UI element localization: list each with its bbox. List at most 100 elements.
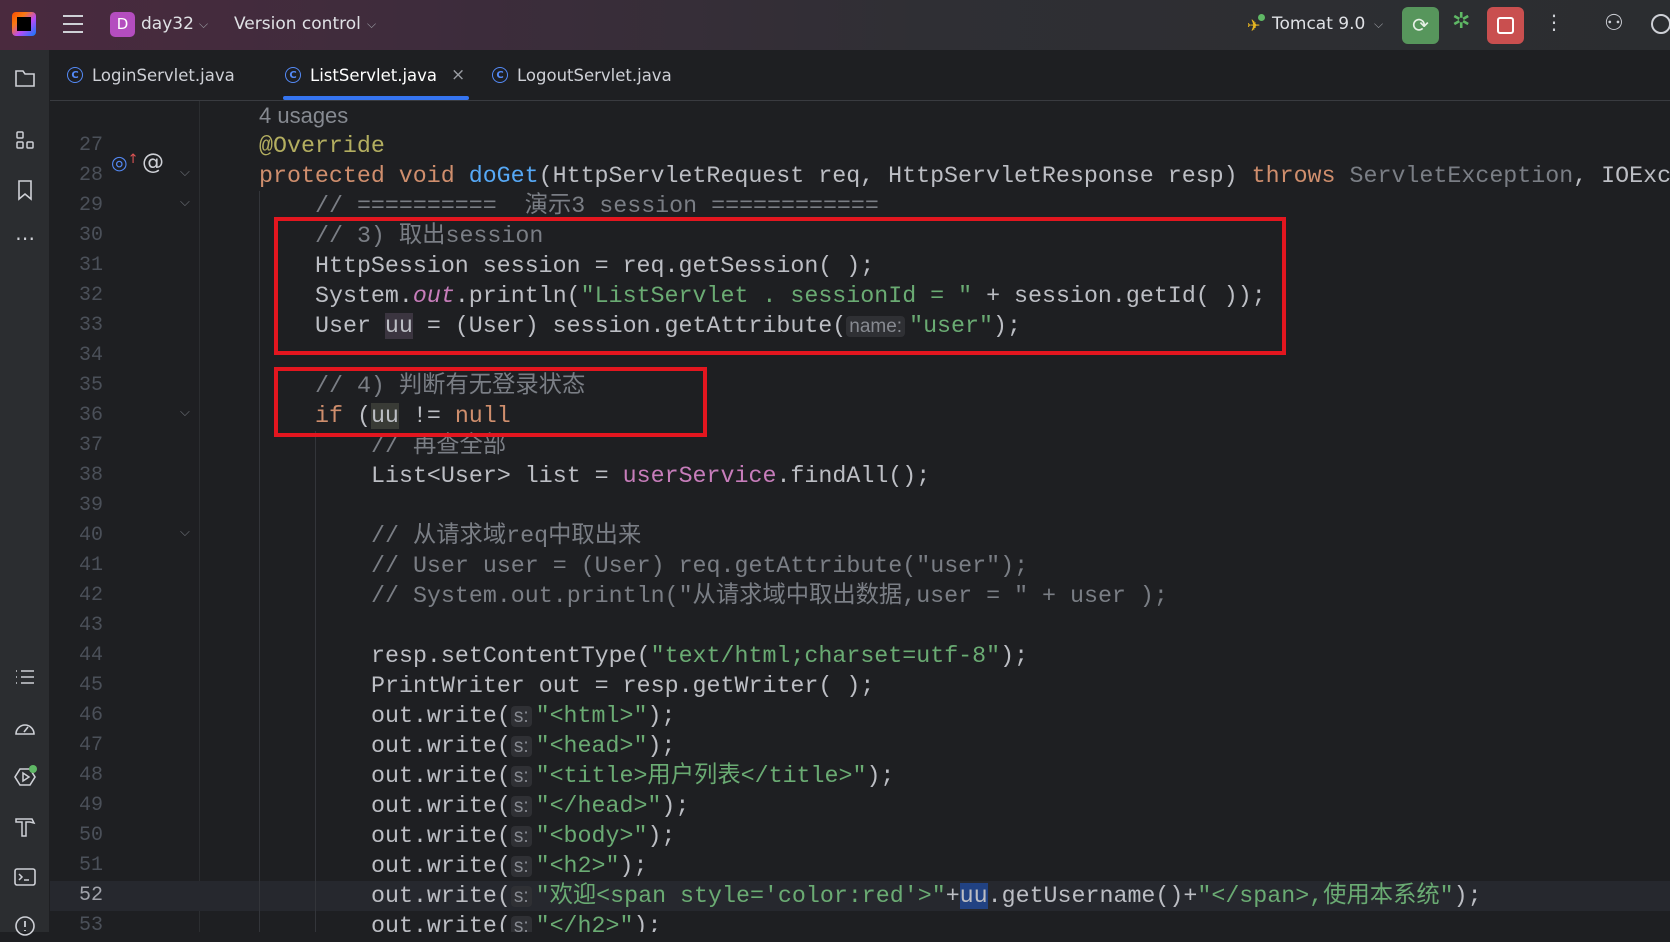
code-line[interactable]: 38 List<User> list = userService.findAll(… xyxy=(50,461,1670,491)
tab-listservlet[interactable]: C ListServlet.java × xyxy=(285,50,465,100)
code-token: out.write( xyxy=(371,883,511,909)
tab-loginservlet[interactable]: C LoginServlet.java xyxy=(67,50,235,100)
code-token: out.write( xyxy=(371,763,511,789)
code-line[interactable]: 46 out.write(s: "<html>"); xyxy=(50,701,1670,731)
add-user-icon[interactable]: ⚇ xyxy=(1604,11,1624,36)
line-number: 31 xyxy=(78,254,103,277)
code-line[interactable]: 40 ⌵ // 从请求域req中取出来 xyxy=(50,521,1670,551)
more-icon[interactable]: ⋯ xyxy=(13,226,37,250)
indent-guide xyxy=(259,521,260,551)
code-token: out.write( xyxy=(371,793,511,819)
rerun-button[interactable]: ⟳ xyxy=(1402,7,1439,44)
version-control-menu[interactable]: Version control xyxy=(234,14,361,34)
overrides-method-icon[interactable]: ◎↑ xyxy=(111,152,139,174)
line-number: 39 xyxy=(78,494,103,517)
indent-guide xyxy=(315,641,316,671)
code-line[interactable]: 27 @Override xyxy=(50,131,1670,161)
tab-logoutservlet[interactable]: C LogoutServlet.java xyxy=(492,50,672,100)
stop-button[interactable] xyxy=(1487,7,1524,44)
terminal-icon[interactable] xyxy=(13,865,37,889)
fold-chevron-icon[interactable]: ⌵ xyxy=(180,165,190,180)
indent-guide xyxy=(259,191,260,221)
class-icon: C xyxy=(67,67,83,83)
code-line[interactable]: 44 resp.setContentType("text/html;charset… xyxy=(50,641,1670,671)
code-token: ); xyxy=(647,703,676,729)
code-token: "</head>" xyxy=(535,793,662,819)
services-icon[interactable] xyxy=(13,765,37,789)
structure-icon[interactable] xyxy=(13,129,37,153)
indent-guide xyxy=(259,701,260,731)
code-line[interactable]: 49 out.write(s: "</head>"); xyxy=(50,791,1670,821)
code-line[interactable]: 52 out.write(s: "欢迎<span style='color:red'… xyxy=(50,881,1670,911)
line-number: 34 xyxy=(78,344,103,367)
tab-label: ListServlet.java xyxy=(310,65,438,85)
parameter-hint: s: xyxy=(510,826,532,847)
chevron-down-icon[interactable]: ⌵ xyxy=(199,17,208,32)
fold-chevron-icon[interactable]: ⌵ xyxy=(180,405,190,420)
code-token: userService xyxy=(622,463,777,489)
code-token: "text/html;charset=utf-8" xyxy=(650,643,1001,669)
code-line[interactable]: 39 xyxy=(50,491,1670,521)
indent-guide xyxy=(315,701,316,731)
bookmark-icon[interactable] xyxy=(13,178,37,202)
indent-guide xyxy=(315,461,316,491)
problems-icon[interactable] xyxy=(13,914,37,938)
line-number: 45 xyxy=(78,674,103,697)
code-token: , IOException { xyxy=(1573,163,1670,189)
code-token: throws xyxy=(1251,163,1350,189)
code-token: ); xyxy=(661,793,690,819)
folder-icon[interactable] xyxy=(13,66,37,90)
project-badge[interactable]: D xyxy=(110,12,135,37)
code-line[interactable]: 41 // User user = (User) req.getAttribute… xyxy=(50,551,1670,581)
indent-guide xyxy=(259,911,260,932)
indent-guide xyxy=(259,551,260,581)
active-tab-indicator xyxy=(283,96,469,100)
debug-bug-icon[interactable]: ✲ xyxy=(1452,9,1470,34)
line-number: 29 xyxy=(78,194,103,217)
more-actions-icon[interactable]: ⋮ xyxy=(1544,10,1564,34)
parameter-hint: s: xyxy=(510,796,532,817)
code-token: uu xyxy=(959,883,988,909)
line-number: 48 xyxy=(78,764,103,787)
code-line[interactable]: 43 xyxy=(50,611,1670,641)
run-configuration[interactable]: Tomcat 9.0 xyxy=(1272,14,1365,34)
parameter-hint: s: xyxy=(510,886,532,907)
code-line[interactable]: 4 usages xyxy=(50,101,1670,131)
todo-icon[interactable] xyxy=(13,665,37,689)
highlight-box-login-check xyxy=(274,367,707,437)
code-editor[interactable]: 4 usages 27 @Override 28 ⌵ protected void doG… xyxy=(50,101,1670,932)
code-token: "<title>用户列表</title>" xyxy=(535,763,867,789)
chevron-down-icon[interactable]: ⌵ xyxy=(1374,17,1383,32)
code-token: // User user = (User) req.getAttribute("… xyxy=(371,553,1029,579)
code-line[interactable]: 53 out.write(s: "</h2>"); xyxy=(50,911,1670,932)
indent-guide xyxy=(259,761,260,791)
chevron-down-icon[interactable]: ⌵ xyxy=(367,17,376,32)
code-token: // 从请求域req中取出来 xyxy=(371,523,642,549)
fold-chevron-icon[interactable]: ⌵ xyxy=(180,525,190,540)
code-line[interactable]: 48 out.write(s: "<title>用户列表</title>"); xyxy=(50,761,1670,791)
line-number: 38 xyxy=(78,464,103,487)
code-line[interactable]: 51 out.write(s: "<h2>"); xyxy=(50,851,1670,881)
indent-guide xyxy=(259,221,260,251)
code-token: ); xyxy=(647,823,676,849)
indent-guide xyxy=(315,671,316,701)
project-name[interactable]: day32 xyxy=(141,14,194,34)
code-line[interactable]: 42 // System.out.println("从请求域中取出数据,user … xyxy=(50,581,1670,611)
annotation-icon[interactable]: @ xyxy=(142,150,164,175)
code-line[interactable]: 47 out.write(s: "<head>"); xyxy=(50,731,1670,761)
left-tool-window-bar: ⋯ xyxy=(0,50,50,936)
indent-guide xyxy=(315,761,316,791)
code-line[interactable]: 50 out.write(s: "<body>"); xyxy=(50,821,1670,851)
search-icon[interactable] xyxy=(1651,14,1670,34)
code-line[interactable]: 45 PrintWriter out = resp.getWriter( ); xyxy=(50,671,1670,701)
close-tab-icon[interactable]: × xyxy=(451,65,465,85)
main-menu-icon[interactable] xyxy=(63,15,83,33)
indent-guide xyxy=(259,641,260,671)
build-hammer-icon[interactable] xyxy=(13,815,37,839)
code-line[interactable]: 28 ⌵ protected void doGet(HttpServletReque… xyxy=(50,161,1670,191)
intellij-logo-icon[interactable] xyxy=(12,12,36,36)
fold-chevron-icon[interactable]: ⌵ xyxy=(180,195,190,210)
line-number: 33 xyxy=(78,314,103,337)
profiler-icon[interactable] xyxy=(13,716,37,740)
code-token: ServletException xyxy=(1349,163,1574,189)
